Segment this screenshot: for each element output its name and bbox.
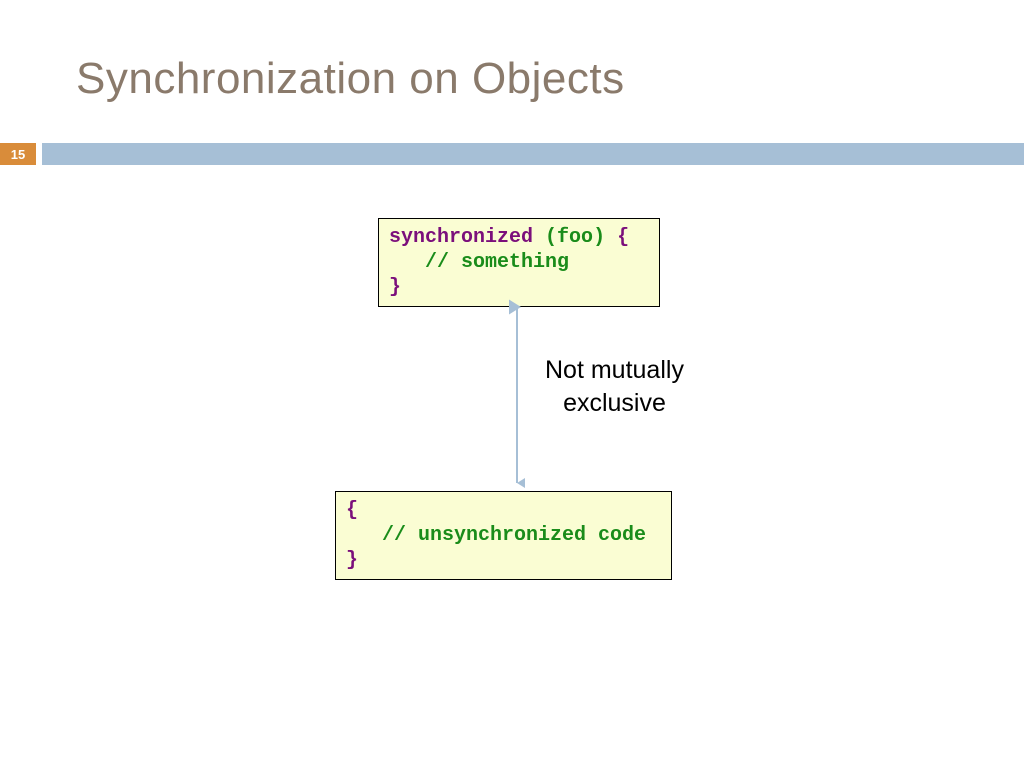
- annotation-line2: exclusive: [563, 389, 666, 417]
- code-block-synchronized: synchronized (foo) { // something }: [378, 218, 660, 307]
- header-bar: 15: [0, 143, 1024, 165]
- code-paren-close: ): [593, 226, 605, 249]
- code-keyword: synchronized: [389, 226, 533, 249]
- double-arrow-icon: [509, 299, 525, 491]
- code-brace-open: {: [346, 499, 358, 522]
- code-block-unsynchronized: { // unsynchronized code }: [335, 491, 672, 580]
- annotation-line1: Not mutually: [545, 356, 684, 384]
- page-number-badge: 15: [0, 143, 36, 165]
- code-comment: // something: [389, 251, 569, 274]
- slide: Synchronization on Objects 15 synchroniz…: [0, 0, 1024, 768]
- code-brace-close: }: [346, 549, 358, 572]
- code-comment: // unsynchronized code: [346, 524, 646, 547]
- code-variable: foo: [557, 226, 593, 249]
- divider-bar: [42, 143, 1024, 165]
- code-brace-close: }: [389, 276, 401, 299]
- slide-title: Synchronization on Objects: [76, 54, 625, 104]
- annotation-label: Not mutually exclusive: [545, 354, 684, 419]
- code-brace-open: {: [605, 226, 629, 249]
- code-paren-open: (: [533, 226, 557, 249]
